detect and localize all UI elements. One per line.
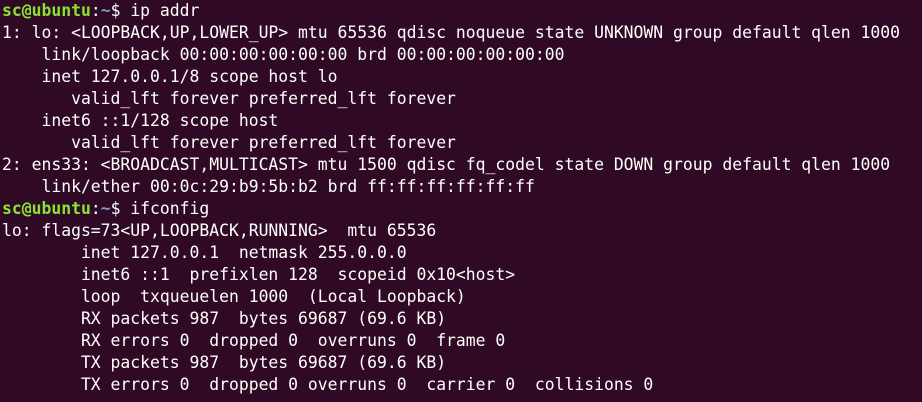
output-line: RX errors 0 dropped 0 overruns 0 frame 0 (2, 331, 506, 350)
prompt-colon: : (90, 1, 101, 20)
output-line: inet6 ::1/128 scope host (2, 111, 279, 130)
prompt-path: ~ (100, 199, 111, 218)
prompt-line-ip-addr: sc@ubuntu:~$ ip addr (2, 0, 922, 22)
output-line: inet 127.0.0.1 netmask 255.0.0.0 (2, 243, 407, 262)
output-line: link/ether 00:0c:29:b9:5b:b2 brd ff:ff:f… (2, 177, 535, 196)
prompt-path: ~ (100, 1, 111, 20)
command-text: ip addr (130, 1, 200, 20)
output-line: RX packets 987 bytes 69687 (69.6 KB) (2, 309, 447, 328)
output-line: inet6 ::1 prefixlen 128 scopeid 0x10<hos… (2, 265, 516, 284)
prompt-user: sc@ubuntu (2, 199, 91, 218)
output-line: TX errors 0 dropped 0 overruns 0 carrier… (2, 375, 654, 394)
output-line: inet 127.0.0.1/8 scope host lo (2, 67, 338, 86)
output-line: lo: flags=73<UP,LOOPBACK,RUNNING> mtu 65… (2, 221, 437, 240)
prompt-symbol: $ (110, 1, 131, 20)
output-line: TX packets 987 bytes 69687 (69.6 KB) (2, 353, 447, 372)
terminal-window[interactable]: sc@ubuntu:~$ ip addr 1: lo: <LOOPBACK,UP… (0, 0, 922, 402)
command-text: ifconfig (130, 199, 210, 218)
output-line: 2: ens33: <BROADCAST,MULTICAST> mtu 1500… (2, 155, 891, 174)
output-line: loop txqueuelen 1000 (Local Loopback) (2, 287, 466, 306)
output-line: link/loopback 00:00:00:00:00:00 brd 00:0… (2, 45, 565, 64)
prompt-symbol: $ (110, 199, 131, 218)
prompt-user: sc@ubuntu (2, 1, 91, 20)
output-line: valid_lft forever preferred_lft forever (2, 133, 456, 152)
output-line: 1: lo: <LOOPBACK,UP,LOWER_UP> mtu 65536 … (2, 23, 900, 42)
prompt-colon: : (90, 199, 101, 218)
prompt-line-ifconfig: sc@ubuntu:~$ ifconfig (2, 198, 922, 220)
output-line: valid_lft forever preferred_lft forever (2, 89, 456, 108)
